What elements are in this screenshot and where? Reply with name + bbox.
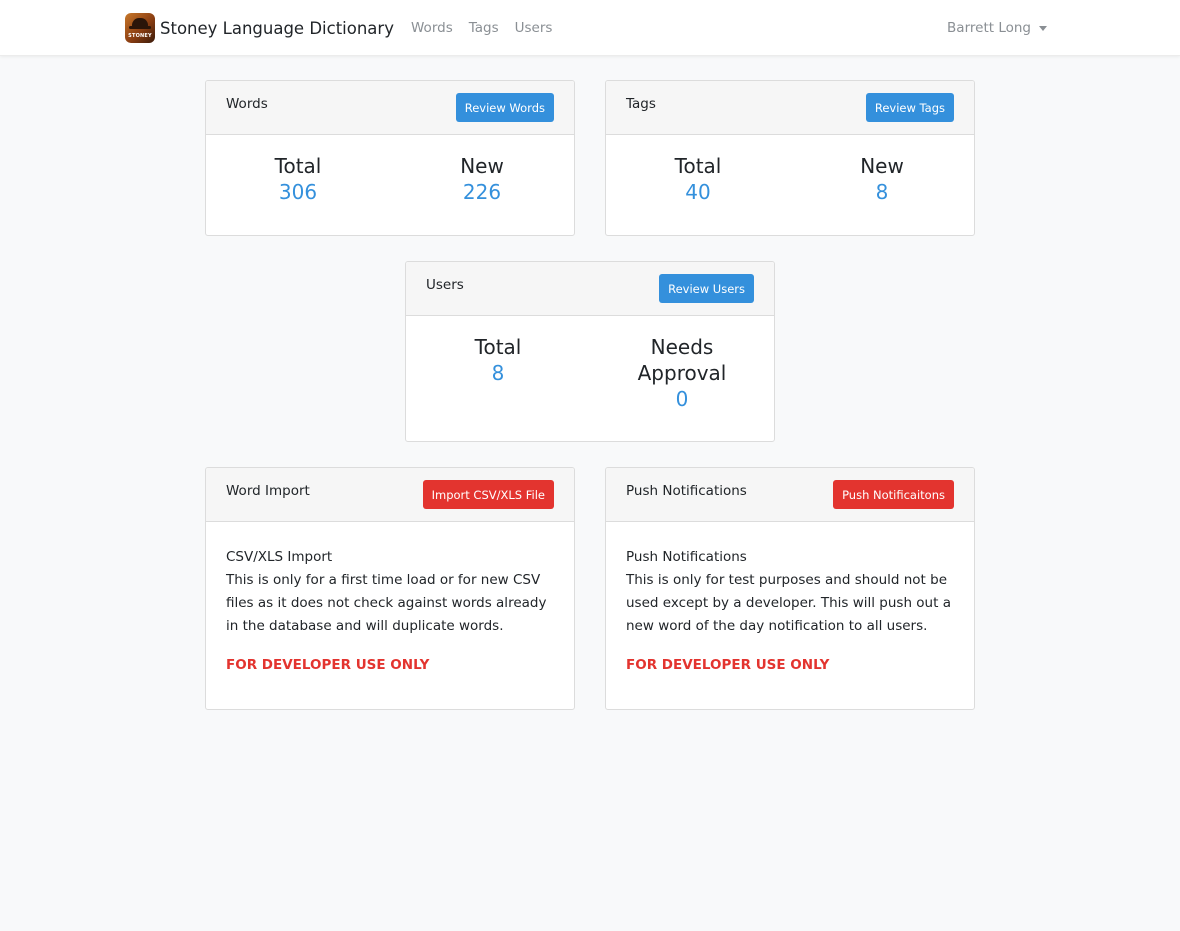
users-card-header: Users Review Users xyxy=(406,262,774,316)
push-notifications-description: This is only for test purposes and shoul… xyxy=(626,572,951,634)
words-stats: Total 306 New 226 xyxy=(206,135,574,205)
users-stats: Total 8 Needs Approval 0 xyxy=(406,316,774,412)
word-import-card-header: Word Import Import CSV/XLS File xyxy=(206,468,574,522)
tags-stats: Total 40 New 8 xyxy=(606,135,974,205)
stat-label: Total xyxy=(274,154,322,178)
words-new-stat: New 226 xyxy=(390,153,574,205)
tags-new-value: 8 xyxy=(875,180,889,204)
developer-warning: FOR DEVELOPER USE ONLY xyxy=(226,657,430,673)
navbar: STONEY Stoney Language Dictionary Words … xyxy=(0,0,1180,56)
words-new-value: 226 xyxy=(462,180,502,204)
tags-card: Tags Review Tags Total 40 New 8 xyxy=(605,80,975,236)
stat-label: New xyxy=(860,154,904,178)
tags-total-value: 40 xyxy=(685,180,711,204)
caret-down-icon xyxy=(1039,26,1047,31)
push-notifications-button[interactable]: Push Notificaitons xyxy=(833,480,954,509)
brand-link[interactable]: STONEY Stoney Language Dictionary xyxy=(125,13,394,43)
push-notifications-body: Push Notifications This is only for test… xyxy=(606,522,974,677)
logo-text: STONEY xyxy=(128,33,152,39)
nav-link-words[interactable]: Words xyxy=(411,20,453,36)
review-tags-button[interactable]: Review Tags xyxy=(865,93,954,122)
users-total-value: 8 xyxy=(491,361,505,385)
word-import-card-title: Word Import xyxy=(226,483,310,499)
stat-label: New xyxy=(460,154,504,178)
nav-links: Words Tags Users xyxy=(411,0,552,56)
stat-label: Total xyxy=(474,335,522,359)
word-import-card: Word Import Import CSV/XLS File CSV/XLS … xyxy=(205,467,575,710)
words-card-title: Words xyxy=(226,96,268,112)
user-menu-dropdown[interactable]: Barrett Long xyxy=(947,0,1047,56)
users-needs-approval-value: 0 xyxy=(675,387,689,411)
nav-link-tags[interactable]: Tags xyxy=(469,20,499,36)
words-card-header: Words Review Words xyxy=(206,81,574,135)
stat-label: Approval xyxy=(637,361,727,385)
review-users-button[interactable]: Review Users xyxy=(659,274,754,303)
user-name: Barrett Long xyxy=(947,20,1031,36)
push-notifications-heading: Push Notifications xyxy=(626,549,747,565)
users-card-title: Users xyxy=(426,277,464,293)
stat-label: Total xyxy=(674,154,722,178)
tags-card-title: Tags xyxy=(626,96,656,112)
stoney-logo-icon: STONEY xyxy=(125,13,155,43)
review-words-button[interactable]: Review Words xyxy=(455,93,554,122)
tags-card-header: Tags Review Tags xyxy=(606,81,974,135)
developer-warning: FOR DEVELOPER USE ONLY xyxy=(626,657,830,673)
word-import-heading: CSV/XLS Import xyxy=(226,549,333,565)
brand-name: Stoney Language Dictionary xyxy=(160,18,394,38)
words-total-value: 306 xyxy=(278,180,318,204)
push-notifications-card: Push Notifications Push Notificaitons Pu… xyxy=(605,467,975,710)
users-needs-approval-stat: Needs Approval 0 xyxy=(590,334,774,412)
users-card: Users Review Users Total 8 Needs Approva… xyxy=(405,261,775,442)
word-import-description: This is only for a first time load or fo… xyxy=(226,572,547,634)
words-card: Words Review Words Total 306 New 226 xyxy=(205,80,575,236)
users-total-stat: Total 8 xyxy=(406,334,590,412)
tags-total-stat: Total 40 xyxy=(606,153,790,205)
import-csv-xls-button[interactable]: Import CSV/XLS File xyxy=(422,480,554,509)
stat-label: Needs xyxy=(650,335,714,359)
push-notifications-card-title: Push Notifications xyxy=(626,483,747,499)
push-notifications-card-header: Push Notifications Push Notificaitons xyxy=(606,468,974,522)
tags-new-stat: New 8 xyxy=(790,153,974,205)
word-import-body: CSV/XLS Import This is only for a first … xyxy=(206,522,574,677)
words-total-stat: Total 306 xyxy=(206,153,390,205)
nav-link-users[interactable]: Users xyxy=(515,20,553,36)
